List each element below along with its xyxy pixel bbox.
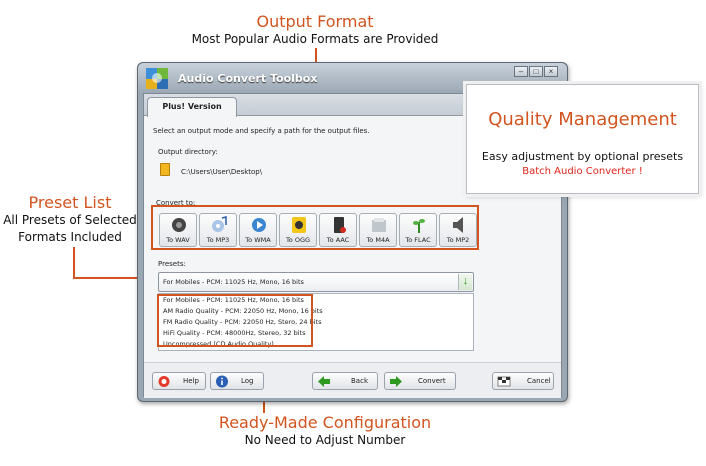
- convert-label: Convert: [418, 377, 446, 385]
- tab-plus-version[interactable]: Plus! Version: [147, 97, 237, 117]
- help-label: Help: [183, 377, 199, 385]
- to-wma-button[interactable]: To WMA: [239, 213, 277, 247]
- right-arrow-icon: [390, 376, 402, 387]
- loudspeaker-icon: [453, 217, 463, 233]
- presets-label: Presets:: [158, 260, 186, 268]
- yellow-speaker-icon: [292, 217, 306, 233]
- convert-to-label: Convert to:: [156, 199, 196, 207]
- log-button[interactable]: Log: [210, 372, 264, 390]
- ready-made-callout-title: Ready-Made Configuration: [218, 413, 432, 432]
- preset-dropdown-list: For Mobiles - PCM: 11025 Hz, Mono, 16 bi…: [158, 293, 474, 351]
- to-aac-button[interactable]: To AAC: [319, 213, 357, 247]
- lifebuoy-icon: [158, 376, 170, 387]
- back-label: Back: [351, 377, 368, 385]
- close-button[interactable]: ×: [544, 66, 558, 77]
- to-ogg-button[interactable]: To OGG: [279, 213, 317, 247]
- preset-option[interactable]: FM Radio Quality - PCM: 22050 Hz, Stero,…: [163, 318, 321, 326]
- cancel-label: Cancel: [527, 377, 551, 385]
- preset-list-callout-line1: All Presets of Selected: [3, 213, 137, 227]
- to-flac-button[interactable]: To FLAC: [399, 213, 437, 247]
- maximize-button[interactable]: □: [529, 66, 543, 77]
- output-directory-value: C:\Users\User\Desktop\: [181, 168, 263, 176]
- quality-management-subtitle: Easy adjustment by optional presets: [481, 150, 684, 163]
- preset-option[interactable]: Uncompressed (CD Audio Quality): [163, 340, 274, 348]
- preset-list-connector-v: [73, 247, 75, 278]
- help-button[interactable]: Help: [152, 372, 206, 390]
- preset-option[interactable]: HiFi Quality - PCM: 48000Hz, Stereo, 32 …: [163, 329, 305, 337]
- format-label: To M4A: [366, 236, 390, 244]
- format-label: To WAV: [166, 236, 190, 244]
- m4a-box-icon: [372, 218, 386, 232]
- preset-select[interactable]: For Mobiles - PCM: 11025 Hz, Mono, 16 bi…: [158, 272, 474, 292]
- left-arrow-icon: [318, 376, 330, 387]
- window-title: Audio Convert Toolbox: [178, 72, 318, 85]
- to-mp3-button[interactable]: To MP3: [199, 213, 237, 247]
- button-bar: Help Log Back Convert Cancel: [144, 362, 561, 398]
- preset-list-callout-line2: Formats Included: [18, 230, 122, 244]
- cd-music-note-icon: [212, 216, 227, 232]
- ready-made-callout-subtitle: No Need to Adjust Number: [244, 433, 406, 447]
- format-label: To AAC: [326, 236, 350, 244]
- format-label: To FLAC: [405, 236, 431, 244]
- preset-selected-value: For Mobiles - PCM: 11025 Hz, Mono, 16 bi…: [163, 278, 304, 286]
- format-label: To MP3: [206, 236, 230, 244]
- format-label: To OGG: [285, 236, 311, 244]
- to-m4a-button[interactable]: To M4A: [359, 213, 397, 247]
- format-label: To MP2: [446, 236, 470, 244]
- quality-management-title: Quality Management: [488, 109, 677, 130]
- app-logo-icon: [146, 68, 168, 89]
- output-directory-label: Output directory:: [158, 148, 218, 156]
- dropdown-arrow-icon[interactable]: ↓: [458, 274, 472, 290]
- cancel-flag-icon: [497, 376, 511, 387]
- log-label: Log: [241, 377, 254, 385]
- speaker-disc-icon: [172, 218, 186, 232]
- back-button[interactable]: Back: [312, 372, 378, 390]
- to-mp2-button[interactable]: To MP2: [439, 213, 477, 247]
- format-buttons: To WAV To MP3 To WMA To OGG To AAC To M4…: [156, 210, 481, 250]
- quality-management-panel: Quality Management Easy adjustment by op…: [466, 84, 699, 194]
- preset-list-callout-title: Preset List: [28, 193, 112, 212]
- minimize-button[interactable]: –: [514, 66, 528, 77]
- convert-button[interactable]: Convert: [384, 372, 456, 390]
- preset-option[interactable]: For Mobiles - PCM: 11025 Hz, Mono, 16 bi…: [163, 296, 304, 304]
- folder-icon[interactable]: [160, 163, 170, 176]
- to-wav-button[interactable]: To WAV: [159, 213, 197, 247]
- aac-device-icon: [334, 217, 346, 233]
- output-format-callout-subtitle: Most Popular Audio Formats are Provided: [191, 32, 439, 46]
- media-player-icon: [252, 218, 266, 232]
- info-icon: [216, 375, 228, 388]
- output-format-callout-title: Output Format: [256, 12, 374, 31]
- cancel-button[interactable]: Cancel: [492, 372, 554, 390]
- quality-management-tagline: Batch Audio Converter !: [522, 166, 643, 177]
- instruction-text: Select an output mode and specify a path…: [153, 127, 370, 135]
- format-label: To WMA: [245, 236, 271, 244]
- flac-plant-icon: [413, 219, 425, 233]
- preset-option[interactable]: AM Radio Quality - PCM: 22050 Hz, Mono, …: [163, 307, 323, 315]
